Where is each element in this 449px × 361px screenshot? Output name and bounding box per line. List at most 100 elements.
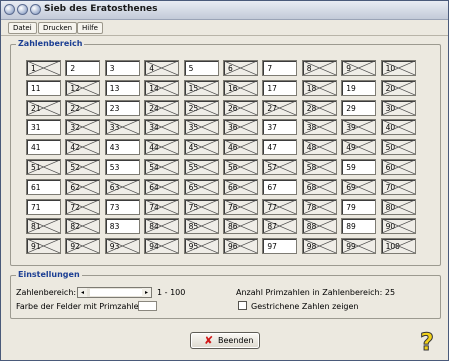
number-cell[interactable]: 96 xyxy=(223,238,258,255)
help-icon[interactable]: ? xyxy=(418,328,442,357)
number-cell[interactable]: 74 xyxy=(144,198,180,215)
number-cell[interactable]: 31 xyxy=(26,119,61,136)
number-cell[interactable]: 88 xyxy=(301,218,337,235)
number-cell[interactable]: 66 xyxy=(223,178,258,195)
number-cell[interactable]: 94 xyxy=(144,238,180,255)
menu-hilfe[interactable]: Hilfe xyxy=(77,22,103,34)
number-cell[interactable]: 60 xyxy=(380,159,416,175)
number-cell[interactable]: 15 xyxy=(183,79,219,96)
number-cell[interactable]: 33 xyxy=(104,119,140,136)
number-cell[interactable]: 75 xyxy=(183,198,219,215)
number-cell[interactable]: 3 xyxy=(104,60,140,76)
number-cell[interactable]: 13 xyxy=(104,79,140,96)
number-cell[interactable]: 11 xyxy=(26,79,61,96)
number-cell[interactable]: 5 xyxy=(183,60,219,76)
number-cell[interactable]: 51 xyxy=(26,159,61,175)
number-cell[interactable]: 25 xyxy=(183,99,219,116)
number-cell[interactable]: 61 xyxy=(26,178,61,195)
scroll-right-icon[interactable]: ▸ xyxy=(142,288,151,297)
number-cell[interactable]: 82 xyxy=(65,218,101,235)
number-cell[interactable]: 70 xyxy=(380,178,416,195)
number-cell[interactable]: 85 xyxy=(183,218,219,235)
number-cell[interactable]: 7 xyxy=(262,60,298,76)
number-cell[interactable]: 56 xyxy=(223,159,258,175)
number-cell[interactable]: 47 xyxy=(262,139,298,156)
number-cell[interactable]: 79 xyxy=(341,198,377,215)
number-cell[interactable]: 14 xyxy=(144,79,180,96)
number-cell[interactable]: 95 xyxy=(183,238,219,255)
number-cell[interactable]: 53 xyxy=(104,159,140,175)
number-cell[interactable]: 62 xyxy=(65,178,101,195)
number-cell[interactable]: 55 xyxy=(183,159,219,175)
number-cell[interactable]: 43 xyxy=(104,139,140,156)
number-cell[interactable]: 35 xyxy=(183,119,219,136)
number-cell[interactable]: 29 xyxy=(341,99,377,116)
number-cell[interactable]: 71 xyxy=(26,198,61,215)
number-cell[interactable]: 39 xyxy=(341,119,377,136)
number-cell[interactable]: 93 xyxy=(104,238,140,255)
number-cell[interactable]: 84 xyxy=(144,218,180,235)
number-cell[interactable]: 6 xyxy=(223,60,258,76)
number-cell[interactable]: 42 xyxy=(65,139,101,156)
number-cell[interactable]: 37 xyxy=(262,119,298,136)
number-cell[interactable]: 81 xyxy=(26,218,61,235)
number-cell[interactable]: 9 xyxy=(341,60,377,76)
number-cell[interactable]: 18 xyxy=(301,79,337,96)
number-cell[interactable]: 26 xyxy=(223,99,258,116)
number-cell[interactable]: 59 xyxy=(341,159,377,175)
minimize-window-button[interactable] xyxy=(17,4,28,15)
number-cell[interactable]: 41 xyxy=(26,139,61,156)
quit-button[interactable]: ✘ Beenden xyxy=(190,332,260,349)
number-cell[interactable]: 90 xyxy=(380,218,416,235)
number-cell[interactable]: 1 xyxy=(26,60,61,76)
number-cell[interactable]: 22 xyxy=(65,99,101,116)
number-cell[interactable]: 86 xyxy=(223,218,258,235)
number-cell[interactable]: 21 xyxy=(26,99,61,116)
number-cell[interactable]: 52 xyxy=(65,159,101,175)
number-cell[interactable]: 2 xyxy=(65,60,101,76)
number-cell[interactable]: 32 xyxy=(65,119,101,136)
number-cell[interactable]: 54 xyxy=(144,159,180,175)
number-cell[interactable]: 46 xyxy=(223,139,258,156)
number-cell[interactable]: 44 xyxy=(144,139,180,156)
number-cell[interactable]: 80 xyxy=(380,198,416,215)
menu-drucken[interactable]: Drucken xyxy=(38,22,78,34)
number-cell[interactable]: 92 xyxy=(65,238,101,255)
number-cell[interactable]: 23 xyxy=(104,99,140,116)
number-cell[interactable]: 45 xyxy=(183,139,219,156)
number-cell[interactable]: 91 xyxy=(26,238,61,255)
number-cell[interactable]: 68 xyxy=(301,178,337,195)
number-cell[interactable]: 4 xyxy=(144,60,180,76)
number-cell[interactable]: 10 xyxy=(380,60,416,76)
number-cell[interactable]: 98 xyxy=(301,238,337,255)
number-cell[interactable]: 38 xyxy=(301,119,337,136)
number-cell[interactable]: 40 xyxy=(380,119,416,136)
number-cell[interactable]: 16 xyxy=(223,79,258,96)
number-cell[interactable]: 67 xyxy=(262,178,298,195)
number-cell[interactable]: 69 xyxy=(341,178,377,195)
number-cell[interactable]: 36 xyxy=(223,119,258,136)
scroll-left-icon[interactable]: ◂ xyxy=(78,288,87,297)
number-cell[interactable]: 83 xyxy=(104,218,140,235)
number-cell[interactable]: 78 xyxy=(301,198,337,215)
number-cell[interactable]: 57 xyxy=(262,159,298,175)
range-scrollbar[interactable]: ◂ ▸ xyxy=(77,287,152,298)
number-cell[interactable]: 63 xyxy=(104,178,140,195)
number-cell[interactable]: 49 xyxy=(341,139,377,156)
number-cell[interactable]: 89 xyxy=(341,218,377,235)
number-cell[interactable]: 77 xyxy=(262,198,298,215)
number-cell[interactable]: 28 xyxy=(301,99,337,116)
number-cell[interactable]: 87 xyxy=(262,218,298,235)
number-cell[interactable]: 17 xyxy=(262,79,298,96)
number-cell[interactable]: 19 xyxy=(341,79,377,96)
number-cell[interactable]: 97 xyxy=(262,238,298,255)
number-cell[interactable]: 72 xyxy=(65,198,101,215)
number-cell[interactable]: 34 xyxy=(144,119,180,136)
number-cell[interactable]: 64 xyxy=(144,178,180,195)
number-cell[interactable]: 65 xyxy=(183,178,219,195)
number-cell[interactable]: 73 xyxy=(104,198,140,215)
number-cell[interactable]: 48 xyxy=(301,139,337,156)
scroll-thumb[interactable] xyxy=(90,289,142,296)
prime-color-swatch[interactable] xyxy=(138,301,157,311)
number-cell[interactable]: 8 xyxy=(301,60,337,76)
